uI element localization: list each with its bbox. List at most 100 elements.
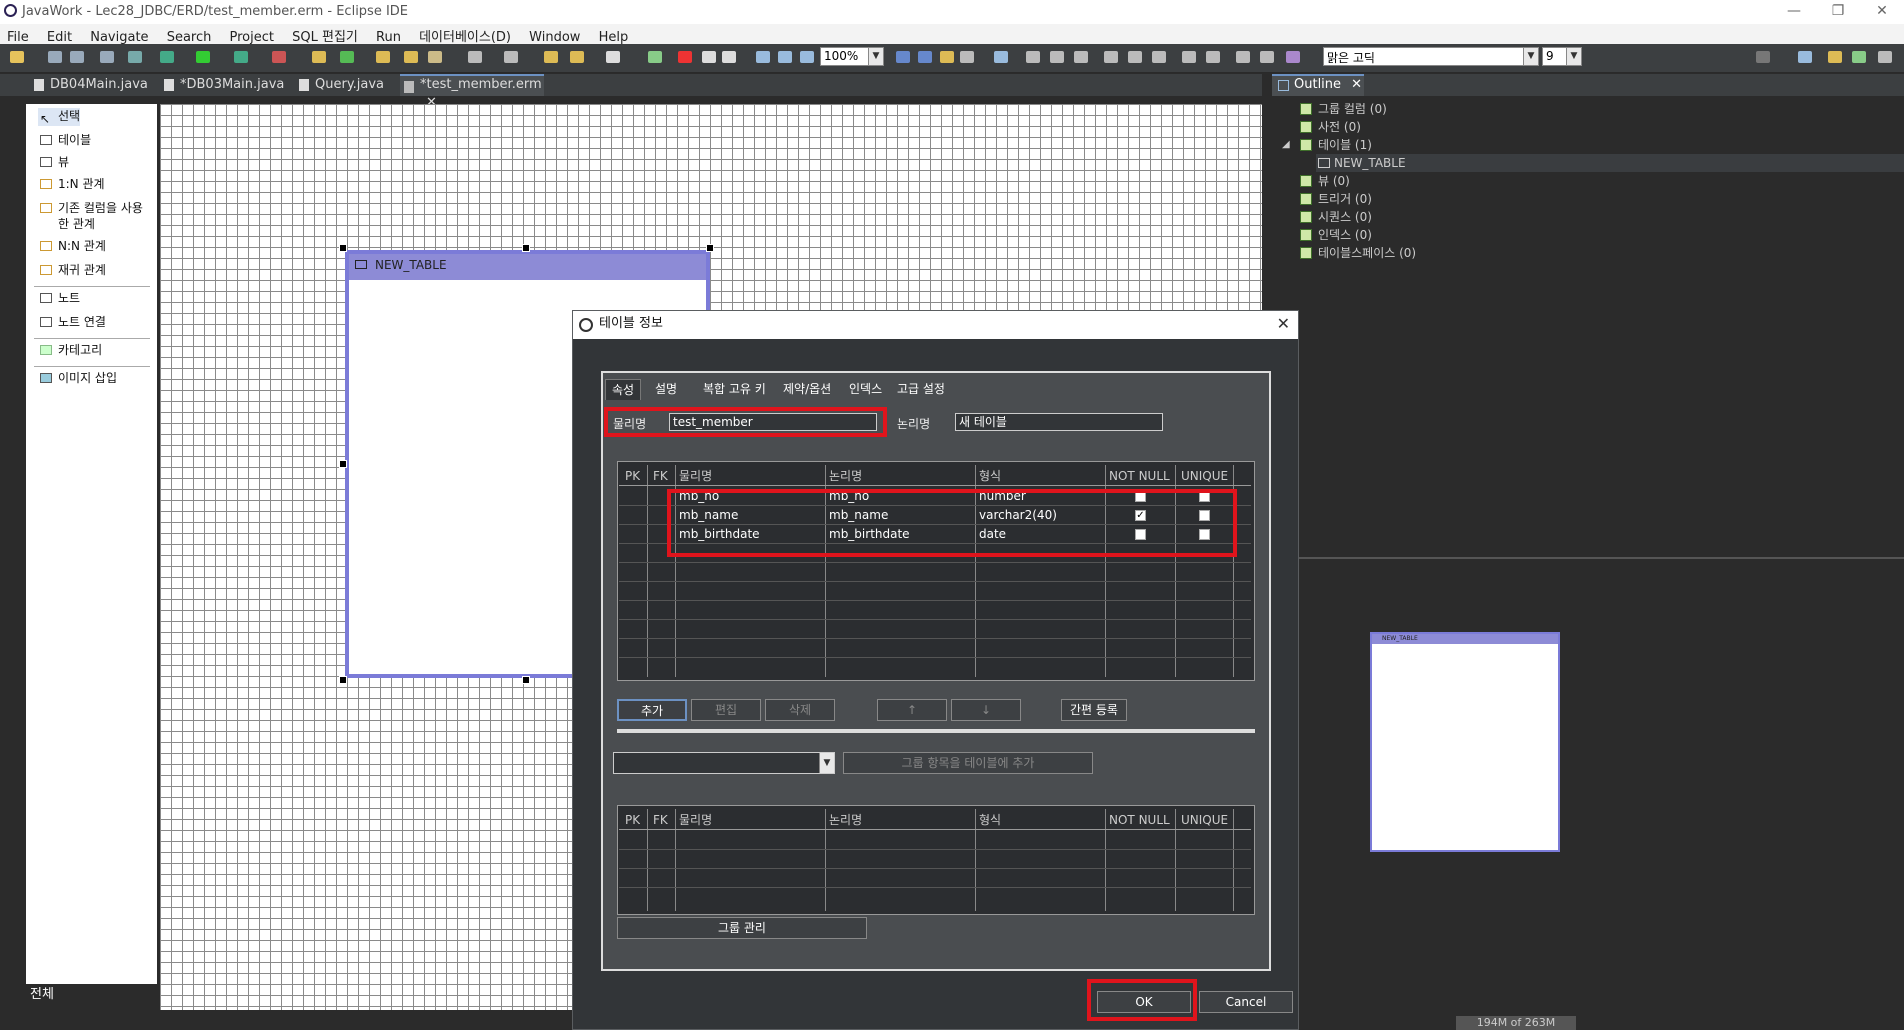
save-icon[interactable] [48, 51, 62, 63]
add-button[interactable]: 추가 [617, 699, 687, 721]
menu-database[interactable]: 데이터베이스(D) [412, 24, 518, 45]
palette-insert-image[interactable]: 이미지 삽입 [38, 370, 117, 388]
heap-status[interactable]: 194M of 263M [1456, 1016, 1576, 1030]
add-group-to-table-button[interactable]: 그룹 항목을 테이블에 추가 [843, 752, 1093, 774]
align-left-icon[interactable] [1026, 51, 1040, 63]
menu-help[interactable]: Help [592, 28, 636, 45]
zoom-combo[interactable]: 100% ▼ [820, 47, 884, 66]
skip-breakpoints-icon[interactable] [128, 51, 142, 63]
open-perspective-icon[interactable] [1798, 51, 1812, 63]
prev-edit-icon[interactable] [570, 51, 584, 63]
col-header-unique[interactable]: UNIQUE [1181, 467, 1228, 485]
distribute-h-icon[interactable] [1236, 51, 1250, 63]
save-all-icon[interactable] [70, 51, 84, 63]
open-type-icon[interactable] [376, 51, 390, 63]
tooltip-icon[interactable] [994, 51, 1008, 63]
close-icon[interactable]: ✕ [1277, 315, 1290, 333]
close-window-button[interactable]: ✕ [1860, 0, 1904, 24]
erd-export-icon[interactable] [648, 51, 662, 63]
col-header-physical[interactable]: 물리명 [679, 467, 712, 485]
outline-item[interactable]: 사전 (0) [1300, 118, 1361, 136]
open-task-icon[interactable] [404, 51, 418, 63]
delete-button[interactable]: 삭제 [765, 699, 835, 721]
move-up-button[interactable]: ↑ [877, 699, 947, 721]
new-class-icon[interactable] [340, 51, 354, 63]
align-icon[interactable] [960, 51, 974, 63]
cancel-button[interactable]: Cancel [1199, 991, 1293, 1013]
java-perspective-icon[interactable] [1828, 51, 1842, 63]
align-center-icon[interactable] [1050, 51, 1064, 63]
tab-advanced[interactable]: 고급 설정 [897, 379, 945, 399]
palette-existing-column-relation[interactable]: 기존 컬럼을 사용한 관계 [38, 200, 146, 234]
tab-composite-unique-key[interactable]: 복합 고유 키 [703, 379, 766, 399]
col-header-unique[interactable]: UNIQUE [1181, 811, 1228, 829]
col-header-pk[interactable]: PK [625, 811, 640, 829]
quick-register-button[interactable]: 간편 등록 [1061, 699, 1127, 721]
delete-icon[interactable] [678, 51, 692, 63]
outline-item[interactable]: 뷰 (0) [1300, 172, 1350, 190]
palette-footer[interactable]: 전체 [26, 984, 157, 1006]
coverage-icon[interactable] [234, 51, 248, 63]
chevron-down-icon[interactable]: ▼ [868, 48, 883, 65]
zoom-fit-icon[interactable] [800, 51, 814, 63]
minimize-button[interactable]: — [1772, 0, 1816, 24]
menu-file[interactable]: File [0, 28, 36, 45]
group-manage-button[interactable]: 그룹 관리 [617, 917, 867, 939]
col-header-type[interactable]: 형식 [979, 811, 1001, 829]
external-tools-icon[interactable] [272, 51, 286, 63]
edit-button[interactable]: 편집 [691, 699, 761, 721]
outline-item-new-table[interactable]: NEW_TABLE [1316, 154, 1904, 172]
font-size-combo[interactable]: 9 ▼ [1542, 47, 1582, 66]
search-icon[interactable] [1756, 51, 1770, 63]
match-height-icon[interactable] [1206, 51, 1220, 63]
palette-recursive-relation[interactable]: 재귀 관계 [38, 262, 106, 280]
undo-icon[interactable] [702, 51, 716, 63]
col-header-logical[interactable]: 논리명 [829, 467, 862, 485]
print-icon[interactable] [100, 51, 114, 63]
tab-index[interactable]: 인덱스 [849, 379, 882, 399]
tab-db03main[interactable]: *DB03Main.java [160, 74, 290, 96]
tab-properties[interactable]: 속성 [605, 379, 642, 400]
pin-editor-icon[interactable] [504, 51, 518, 63]
new-icon[interactable] [10, 51, 24, 63]
menu-search[interactable]: Search [160, 28, 219, 45]
expand-icon[interactable]: ◢ [1282, 136, 1290, 154]
tab-constraints[interactable]: 제약/옵션 [783, 379, 831, 399]
outline-item[interactable]: 트리거 (0) [1300, 190, 1372, 208]
redo-icon[interactable] [722, 51, 736, 63]
restore-button[interactable]: ❐ [1816, 0, 1860, 24]
annotation-icon[interactable] [468, 51, 482, 63]
outline-tab[interactable]: Outline ✕ [1272, 74, 1364, 96]
align-middle-icon[interactable] [1128, 51, 1142, 63]
palette-one-to-many[interactable]: 1:N 관계 [38, 176, 105, 194]
chevron-down-icon[interactable]: ▼ [1523, 48, 1538, 65]
chevron-down-icon[interactable]: ▼ [1566, 48, 1581, 65]
search-tool-icon[interactable] [428, 51, 442, 63]
resize-handle[interactable] [339, 676, 347, 684]
col-header-fk[interactable]: FK [653, 811, 668, 829]
palette-many-to-many[interactable]: N:N 관계 [38, 238, 106, 256]
outline-item[interactable]: 그룹 컬럼 (0) [1300, 100, 1387, 118]
tab-query[interactable]: Query.java [295, 74, 405, 96]
align-top-icon[interactable] [1104, 51, 1118, 63]
col-header-pk[interactable]: PK [625, 467, 640, 485]
logical-name-input[interactable]: 새 테이블 [955, 413, 1163, 431]
chevron-down-icon[interactable]: ▼ [819, 753, 834, 773]
menu-navigate[interactable]: Navigate [83, 28, 155, 45]
close-icon[interactable]: ✕ [1351, 77, 1362, 92]
menu-edit[interactable]: Edit [40, 28, 79, 45]
palette-note[interactable]: 노트 [38, 290, 80, 308]
menu-sql-editor[interactable]: SQL 편집기 [285, 24, 365, 45]
distribute-v-icon[interactable] [1260, 51, 1274, 63]
align-bottom-icon[interactable] [1152, 51, 1166, 63]
col-header-logical[interactable]: 논리명 [829, 811, 862, 829]
col-header-not-null[interactable]: NOT NULL [1109, 467, 1170, 485]
palette-view[interactable]: 뷰 [38, 154, 69, 172]
lock-icon[interactable] [940, 51, 954, 63]
forward-icon[interactable] [606, 51, 620, 63]
palette-category[interactable]: 카테고리 [38, 342, 102, 360]
group-select[interactable]: ▼ [613, 752, 835, 774]
tab-description[interactable]: 설명 [655, 379, 677, 399]
line-style-icon[interactable] [1286, 51, 1300, 63]
match-width-icon[interactable] [1182, 51, 1196, 63]
